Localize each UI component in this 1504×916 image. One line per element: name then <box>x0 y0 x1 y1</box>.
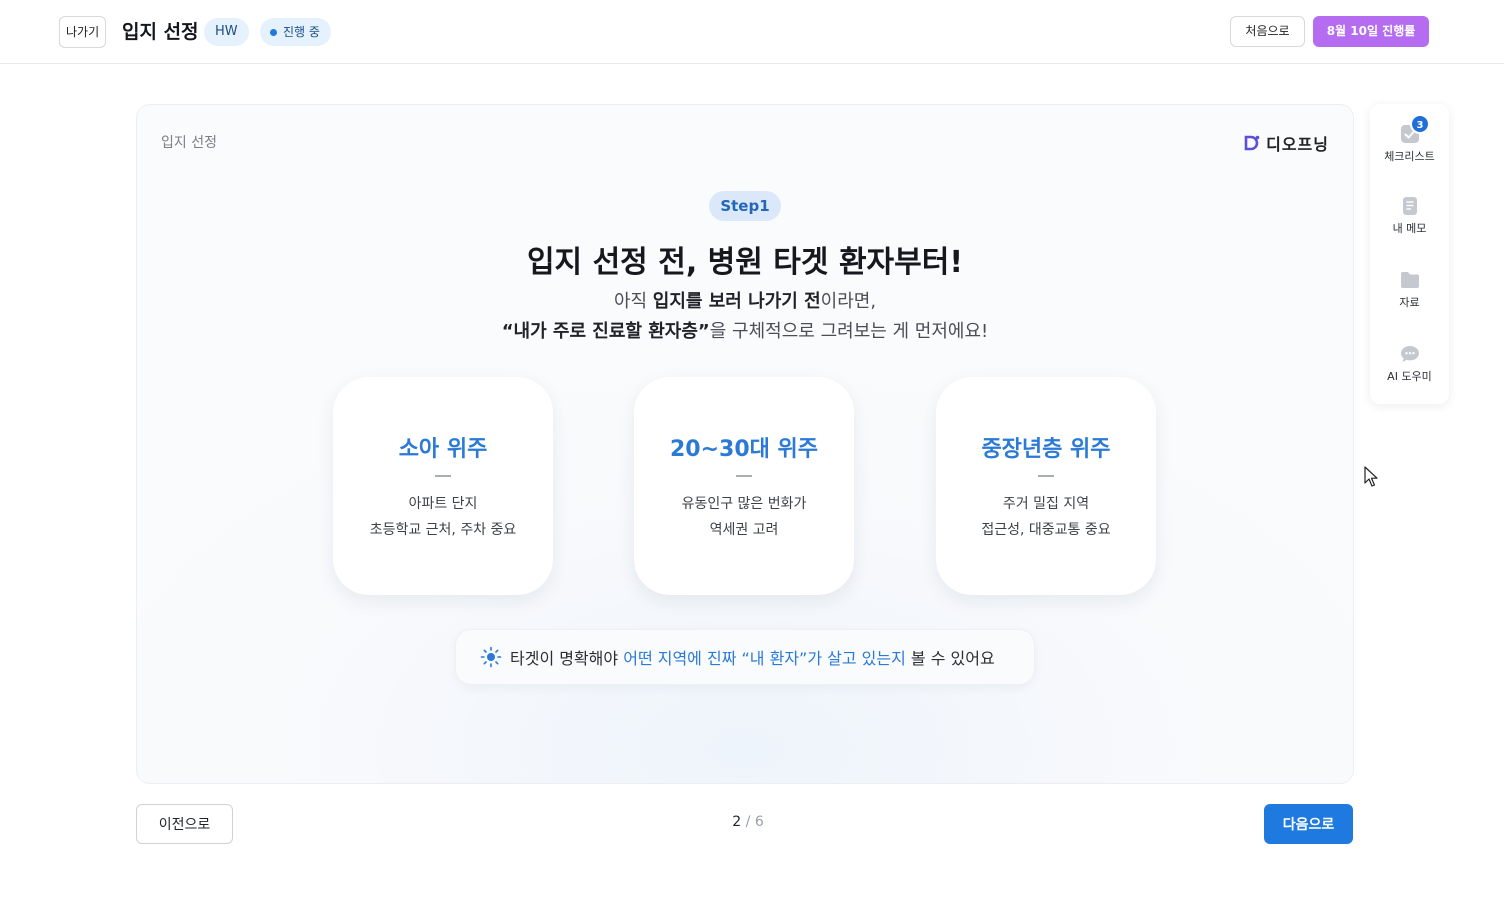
sidebar-item-label: 체크리스트 <box>1384 150 1435 163</box>
card-line: 주거 밀집 지역 <box>1002 496 1090 512</box>
sidebar-item-label: 자료 <box>1399 296 1420 309</box>
mouse-cursor-icon <box>1364 466 1378 487</box>
status-badge: 진행 중 <box>260 18 331 46</box>
page-title: 입지 선정 <box>122 21 199 43</box>
subtitle-emphasis: “내가 주로 진료할 환자층” <box>501 321 710 342</box>
slide-section-label: 입지 선정 <box>161 135 217 151</box>
card-line: 아파트 단지 <box>408 496 478 512</box>
side-toolbar: 체크리스트 내 메모 자료 AI 도우미 <box>1370 104 1449 404</box>
card-line: 유동인구 많은 번화가 <box>681 496 807 512</box>
subtitle-text: 을 구체적으로 그려보는 게 먼저에요! <box>709 321 989 342</box>
target-card-middle-aged: 중장년층 위주 주거 밀집 지역 접근성, 대중교통 중요 <box>936 377 1156 595</box>
chat-icon <box>1400 344 1420 364</box>
category-badge: HW <box>204 18 249 46</box>
sun-icon <box>480 646 502 668</box>
card-title: 20~30대 위주 <box>669 437 819 462</box>
next-button[interactable]: 다음으로 <box>1264 804 1353 844</box>
card-line: 접근성, 대중교통 중요 <box>981 522 1111 538</box>
target-card-young-adults: 20~30대 위주 유동인구 많은 번화가 역세권 고려 <box>634 377 854 595</box>
page-separator: / <box>745 814 751 830</box>
slide-headline: 입지 선정 전, 병원 타겟 환자부터! <box>526 245 964 280</box>
page-current: 2 <box>732 814 742 830</box>
subtitle-line-2: “내가 주로 진료할 환자층”을 구체적으로 그려보는 게 먼저에요! <box>137 317 1353 343</box>
tip-text-part: 타겟이 명확해야 <box>510 649 624 668</box>
card-divider <box>435 475 451 477</box>
sidebar-item-label: AI 도우미 <box>1387 370 1432 383</box>
memo-icon <box>1400 196 1420 216</box>
subtitle-emphasis: 입지를 보러 나가기 전 <box>652 291 821 312</box>
tip-text-part: 볼 수 있어요 <box>905 649 995 668</box>
tip-text: 타겟이 명확해야 어떤 지역에 진짜 “내 환자”가 살고 있는지 볼 수 있어… <box>510 645 995 669</box>
sidebar-item-memo[interactable]: 내 메모 <box>1370 196 1449 236</box>
logo-mark-icon <box>1244 135 1260 151</box>
slide-card: 입지 선정 디오프닝 Step1 입지 선정 전, 병원 타겟 환자부터! 아직… <box>136 104 1354 784</box>
card-title: 중장년층 위주 <box>981 437 1111 462</box>
status-dot-icon <box>270 28 277 36</box>
card-divider <box>736 475 752 477</box>
page-indicator: 2 / 6 <box>700 814 796 830</box>
top-header: 나가기 입지 선정 HW 진행 중 처음으로 8월 10일 진행률 <box>0 0 1504 64</box>
sidebar-item-ai-assistant[interactable]: AI 도우미 <box>1370 344 1449 384</box>
card-divider <box>1038 475 1054 477</box>
restart-button[interactable]: 처음으로 <box>1230 16 1305 47</box>
tip-box: 타겟이 명확해야 어떤 지역에 진짜 “내 환자”가 살고 있는지 볼 수 있어… <box>455 629 1035 685</box>
sidebar-item-label: 내 메모 <box>1392 222 1427 235</box>
subtitle-line-1: 아직 입지를 보러 나가기 전이라면, <box>137 287 1353 313</box>
card-title: 소아 위주 <box>398 437 488 462</box>
sidebar-item-resources[interactable]: 자료 <box>1370 270 1449 310</box>
exit-button[interactable]: 나가기 <box>59 16 107 48</box>
card-line: 초등학교 근처, 주차 중요 <box>369 522 517 538</box>
target-card-kids: 소아 위주 아파트 단지 초등학교 근처, 주차 중요 <box>333 377 553 595</box>
subtitle-text: 이라면, <box>820 291 877 312</box>
brand-logo: 디오프닝 <box>1244 131 1329 155</box>
logo-text: 디오프닝 <box>1266 135 1329 154</box>
page-total: 6 <box>754 814 764 830</box>
status-label: 진행 중 <box>283 25 320 39</box>
prev-button[interactable]: 이전으로 <box>136 804 233 844</box>
checklist-count-badge: 3 <box>1410 114 1430 134</box>
step-pill: Step1 <box>709 191 781 221</box>
folder-icon <box>1400 270 1420 290</box>
tip-highlight: 어떤 지역에 진짜 “내 환자”가 살고 있는지 <box>623 649 906 668</box>
subtitle-text: 아직 <box>613 291 653 312</box>
progress-button[interactable]: 8월 10일 진행률 <box>1313 16 1429 47</box>
card-line: 역세권 고려 <box>709 522 779 538</box>
sidebar-item-checklist[interactable]: 체크리스트 <box>1370 124 1449 164</box>
